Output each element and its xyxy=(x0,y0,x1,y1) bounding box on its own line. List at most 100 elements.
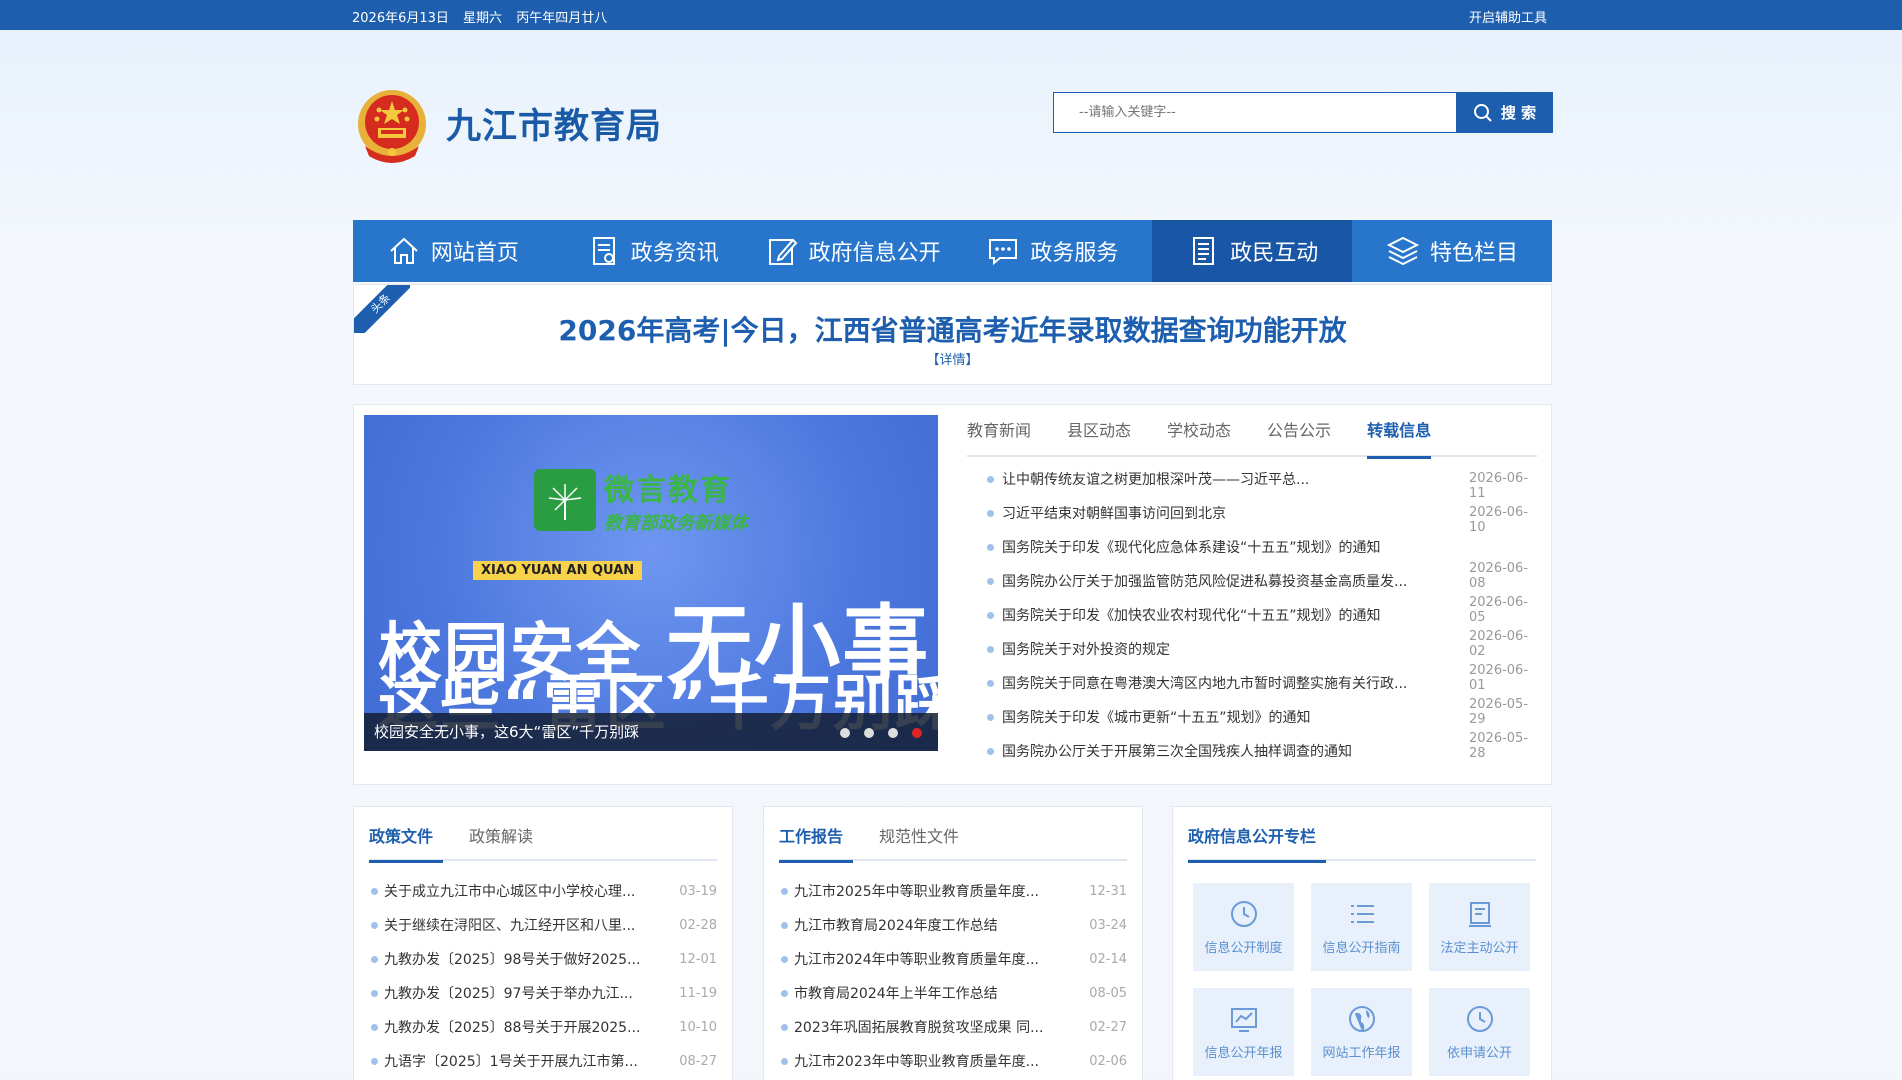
tab-policy-interpretation[interactable]: 政策解读 xyxy=(469,819,533,859)
news-date: 2026-06-10 xyxy=(1469,505,1529,535)
nav-item-featured[interactable]: 特色栏目 xyxy=(1352,220,1552,282)
policy-tabs: 政策文件 政策解读 xyxy=(369,819,717,863)
list-item-title: 2023年巩固拓展教育脱贫攻坚成果 同... xyxy=(794,1020,1044,1036)
list-item[interactable]: 九江市2025年中等职业教育质量年度... 12-31 xyxy=(779,875,1127,909)
list-item[interactable]: 九教办发〔2025〕97号关于举办九江... 11-19 xyxy=(369,977,717,1011)
clock-icon xyxy=(1230,900,1257,927)
tab-policy-documents[interactable]: 政策文件 xyxy=(369,819,444,863)
news-list-item[interactable]: 国务院关于印发《现代化应急体系建设“十五五”规划》的通知 xyxy=(982,531,1537,565)
disclosure-title[interactable]: 政府信息公开专栏 xyxy=(1188,819,1327,863)
file-list-icon xyxy=(1193,237,1215,265)
list-item[interactable]: 关于继续在浔阳区、九江经开区和八里... 02-28 xyxy=(369,909,717,943)
list-item-date: 12-31 xyxy=(1089,884,1127,899)
list-item[interactable]: 2023年巩固拓展教育脱贫攻坚成果 同... 02-27 xyxy=(779,1011,1127,1045)
nav-item-news[interactable]: 政务资讯 xyxy=(553,220,753,282)
disclosure-cell-label: 依申请公开 xyxy=(1446,1045,1512,1061)
list-item-date: 08-27 xyxy=(679,1054,717,1069)
news-date: 2026-06-11 xyxy=(1469,471,1529,501)
disclosure-cell-website-report[interactable]: 网站工作年报 xyxy=(1311,988,1412,1076)
disclosure-cell-label: 信息公开制度 xyxy=(1204,940,1283,956)
list-item[interactable]: 九教办发〔2025〕98号关于做好2025... 12-01 xyxy=(369,943,717,977)
site-title[interactable]: 九江市教育局 xyxy=(446,98,662,149)
accessibility-tools-link[interactable]: 开启辅助工具 xyxy=(1469,7,1547,26)
list-item[interactable]: 九江市教育局2024年度工作总结 03-24 xyxy=(779,909,1127,943)
tab-education-news[interactable]: 教育新闻 xyxy=(967,413,1031,455)
headline-box: 头条 2026年高考|今日，江西省普通高考近年录取数据查询功能开放 【详情】 xyxy=(353,284,1552,385)
tab-reposted-info[interactable]: 转载信息 xyxy=(1367,413,1432,459)
clock-icon xyxy=(1466,1005,1493,1032)
news-carousel[interactable]: 微言教育 教育部政务新媒体 XIAO YUAN AN QUAN 校园安全 无小事… xyxy=(364,415,938,751)
list-item-title: 九江市教育局2024年度工作总结 xyxy=(794,918,998,934)
carousel-dot[interactable] xyxy=(864,728,874,738)
list-item-title: 九教办发〔2025〕97号关于举办九江... xyxy=(384,986,633,1002)
date-text: 2026年6月13日 xyxy=(352,11,449,26)
tab-normative-documents[interactable]: 规范性文件 xyxy=(879,819,959,859)
banner-brand-title: 微言教育 xyxy=(604,473,732,508)
search-button-label: 搜 索 xyxy=(1500,104,1537,122)
report-list: 九江市2025年中等职业教育质量年度... 12-31 九江市教育局2024年度工… xyxy=(779,875,1127,1079)
news-list-item[interactable]: 国务院办公厅关于加强监管防范风险促进私募投资基金高质量发... xyxy=(982,565,1537,599)
disclosure-cell-guide[interactable]: 信息公开指南 xyxy=(1311,883,1412,971)
policy-list: 关于成立九江市中心城区中小学校心理... 03-19 关于继续在浔阳区、九江经开区… xyxy=(369,875,717,1079)
nav-item-services[interactable]: 政务服务 xyxy=(952,220,1152,282)
news-list: 让中朝传统友谊之树更加根深叶茂——习近平总... 习近平结束对朝鲜国事访问回到北… xyxy=(982,463,1537,769)
search-bar: 搜 索 xyxy=(1053,92,1553,133)
disclosure-cell-on-request[interactable]: 依申请公开 xyxy=(1429,988,1530,1076)
news-list-item[interactable]: 国务院关于对外投资的规定 xyxy=(982,633,1537,667)
list-item[interactable]: 九江市2024年中等职业教育质量年度... 02-14 xyxy=(779,943,1127,977)
tab-announcements[interactable]: 公告公示 xyxy=(1267,413,1331,455)
disclosure-cell-annual-report[interactable]: 信息公开年报 xyxy=(1193,988,1294,1076)
banner-brand-subtitle: 教育部政务新媒体 xyxy=(604,513,748,534)
tab-school-news[interactable]: 学校动态 xyxy=(1167,413,1231,455)
news-date: 2026-05-29 xyxy=(1469,697,1529,727)
list-item-date: 12-01 xyxy=(679,952,717,967)
list-item-title: 九语字〔2025〕1号关于开展九江市第... xyxy=(384,1054,638,1070)
national-emblem-icon[interactable] xyxy=(355,88,429,166)
list-item-title: 九江市2023年中等职业教育质量年度... xyxy=(794,1054,1039,1070)
tab-work-reports[interactable]: 工作报告 xyxy=(779,819,854,863)
list-item[interactable]: 九语字〔2025〕1号关于开展九江市第... 08-27 xyxy=(369,1045,717,1079)
home-icon xyxy=(390,237,418,264)
news-list-item[interactable]: 习近平结束对朝鲜国事访问回到北京 xyxy=(982,497,1537,531)
nav-item-interaction[interactable]: 政民互动 xyxy=(1152,220,1353,282)
search-button[interactable]: 搜 索 xyxy=(1456,92,1553,133)
disclosure-cell-system[interactable]: 信息公开制度 xyxy=(1193,883,1294,971)
date-display: 2026年6月13日 星期六 丙午年四月廿八 xyxy=(352,7,617,26)
document-icon xyxy=(592,237,615,265)
news-list-item[interactable]: 让中朝传统友谊之树更加根深叶茂——习近平总... xyxy=(982,463,1537,497)
list-item-date: 11-19 xyxy=(679,986,717,1001)
disclosure-cell-label: 网站工作年报 xyxy=(1322,1045,1401,1061)
carousel-dot[interactable] xyxy=(840,728,850,738)
news-list-item[interactable]: 国务院关于印发《加快农业农村现代化“十五五”规划》的通知 xyxy=(982,599,1537,633)
list-item-date: 03-24 xyxy=(1089,918,1127,933)
list-item-title: 九江市2025年中等职业教育质量年度... xyxy=(794,884,1039,900)
nav-item-home[interactable]: 网站首页 xyxy=(353,220,553,282)
disclosure-cell-label: 法定主动公开 xyxy=(1440,940,1519,956)
headline-title[interactable]: 2026年高考|今日，江西省普通高考近年录取数据查询功能开放 xyxy=(354,309,1551,349)
dandelion-logo-icon xyxy=(534,469,596,531)
nav-item-label: 特色栏目 xyxy=(1430,241,1519,266)
list-item-title: 市教育局2024年上半年工作总结 xyxy=(794,986,998,1002)
list-item[interactable]: 关于成立九江市中心城区中小学校心理... 03-19 xyxy=(369,875,717,909)
list-item[interactable]: 九教办发〔2025〕88号关于开展2025... 10-10 xyxy=(369,1011,717,1045)
nav-item-label: 政府信息公开 xyxy=(808,241,941,266)
search-input[interactable] xyxy=(1053,92,1456,133)
carousel-dot-active[interactable] xyxy=(912,728,922,738)
list-item[interactable]: 九江市2023年中等职业教育质量年度... 02-06 xyxy=(779,1045,1127,1079)
disclosure-cell-statutory[interactable]: 法定主动公开 xyxy=(1429,883,1530,971)
list-item-title: 九教办发〔2025〕98号关于做好2025... xyxy=(384,952,641,968)
news-date: 2026-06-08 xyxy=(1469,561,1529,591)
news-list-item[interactable]: 国务院关于同意在粤港澳大湾区内地九市暂时调整实施有关行政... xyxy=(982,667,1537,701)
list-item-date: 08-05 xyxy=(1089,986,1127,1001)
news-date: 2026-05-28 xyxy=(1469,731,1529,761)
report-panel: 工作报告 规范性文件 九江市2025年中等职业教育质量年度... 12-31 九江… xyxy=(763,806,1143,1080)
list-item[interactable]: 市教育局2024年上半年工作总结 08-05 xyxy=(779,977,1127,1011)
nav-item-info-disclosure[interactable]: 政府信息公开 xyxy=(753,220,953,282)
list-item-date: 02-14 xyxy=(1089,952,1127,967)
carousel-dots xyxy=(840,728,922,738)
tab-county-news[interactable]: 县区动态 xyxy=(1067,413,1131,455)
news-list-item[interactable]: 国务院办公厅关于开展第三次全国残疾人抽样调查的通知 xyxy=(982,735,1537,769)
carousel-dot[interactable] xyxy=(888,728,898,738)
news-list-item[interactable]: 国务院关于印发《城市更新“十五五”规划》的通知 xyxy=(982,701,1537,735)
headline-detail-link[interactable]: 【详情】 xyxy=(354,349,1551,368)
